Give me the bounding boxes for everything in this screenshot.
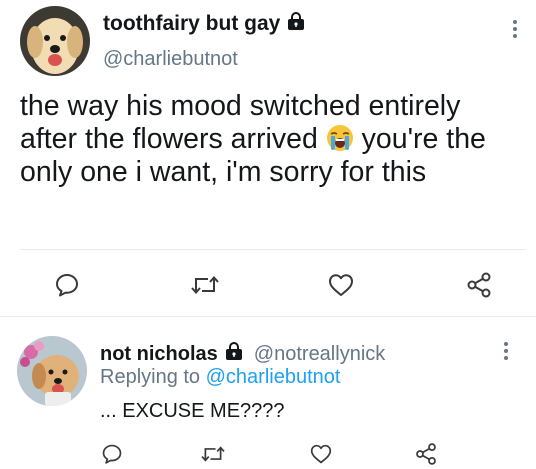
reply-author-handle[interactable]: @notreallynick [254,343,385,366]
lock-icon [224,341,244,367]
reply-text: ... EXCUSE ME???? [100,400,285,422]
lock-icon [286,11,306,37]
more-options-icon[interactable] [496,339,516,363]
reply-icon[interactable] [52,270,82,300]
author-handle[interactable]: @charliebutnot [103,48,238,71]
share-icon[interactable] [412,441,440,467]
retweet-icon[interactable] [189,270,221,300]
tweet-text-line: after the flowers arrived you're the [20,123,486,155]
more-options-icon[interactable] [505,17,525,41]
divider [0,316,536,317]
share-icon[interactable] [463,270,495,300]
like-icon[interactable] [307,441,335,467]
tweet-text: the way his mood switched entirely after… [20,90,525,189]
display-name-text: toothfairy but gay [103,12,281,35]
replying-to: Replying to @charliebutnot [100,366,341,388]
replying-to-link[interactable]: @charliebutnot [206,366,341,388]
tweet-text-line: the way his mood switched entirely [20,90,461,122]
retweet-icon[interactable] [199,441,227,467]
loudly-crying-face-emoji [326,124,354,152]
author-display-name[interactable]: toothfairy but gay [103,11,306,37]
tweet-text-line: only one i want, i'm sorry for this [20,156,427,188]
display-name-text: not nicholas [100,342,218,365]
reply-author-display-name[interactable]: not nicholas @notreallynick [100,341,385,367]
divider [20,249,526,250]
avatar[interactable] [17,336,87,406]
like-icon[interactable] [325,270,357,300]
reply-icon[interactable] [99,441,125,467]
avatar[interactable] [20,6,90,76]
